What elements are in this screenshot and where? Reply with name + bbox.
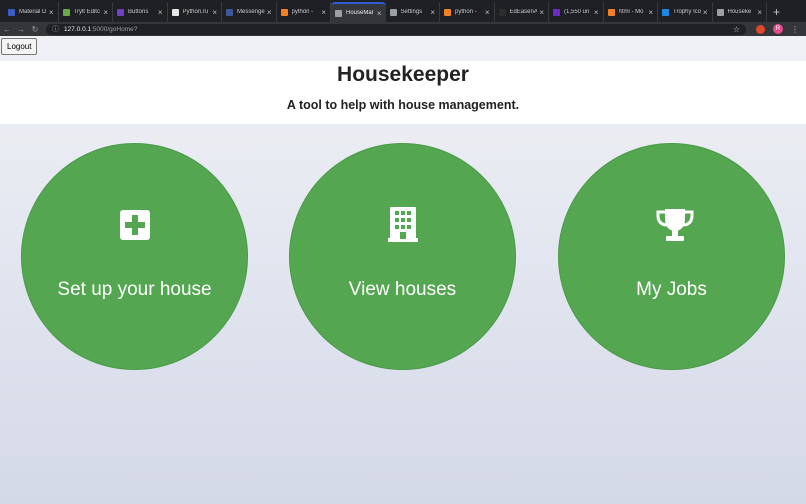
tab-close-icon[interactable]: × <box>757 8 762 17</box>
url-host: 127.0.0.1 <box>64 25 92 33</box>
tab-title: Trylt Editc <box>73 9 100 15</box>
tab-close-icon[interactable]: × <box>430 8 435 17</box>
tab-favicon-icon <box>498 8 506 16</box>
tab-title: html - Mo <box>618 9 644 15</box>
browser-tab[interactable]: Messenge × <box>222 2 277 22</box>
browser-tab[interactable]: Settings × <box>386 2 440 22</box>
tab-close-icon[interactable]: × <box>321 8 326 17</box>
browser-tab[interactable]: Houseke × <box>713 2 767 22</box>
my-jobs-label: My Jobs <box>636 279 707 300</box>
address-bar[interactable]: ⓘ 127.0.0.1:5000/goHome? ☆ <box>46 23 746 35</box>
view-houses-card[interactable]: View houses <box>290 144 515 369</box>
browser-tab[interactable]: Trophy Ico × <box>658 2 713 22</box>
url-path: :5000/goHome? <box>91 25 138 33</box>
tab-favicon-icon <box>389 8 397 16</box>
tab-close-icon[interactable]: × <box>703 8 708 17</box>
extension-icon[interactable] <box>756 24 765 34</box>
tab-favicon-icon <box>607 8 615 16</box>
tab-close-icon[interactable]: × <box>539 8 544 17</box>
building-icon <box>386 207 420 243</box>
browser-tab[interactable]: EdEasenA × <box>495 2 549 22</box>
tab-title: Python.ru <box>182 9 209 15</box>
tab-close-icon[interactable]: × <box>212 8 217 17</box>
browser-toolbar: ← → ↻ ⓘ 127.0.0.1:5000/goHome? ☆ R ⋮ <box>0 22 806 36</box>
browser-tab[interactable]: python - × <box>277 2 331 22</box>
profile-avatar[interactable]: R <box>773 24 783 34</box>
tab-favicon-icon <box>335 9 342 17</box>
browser-tab[interactable]: Buttons × <box>113 2 168 22</box>
tab-close-icon[interactable]: × <box>485 8 490 17</box>
tab-favicon-icon <box>117 8 124 16</box>
browser-menu-icon[interactable]: ⋮ <box>791 25 799 34</box>
tab-title: Material D <box>19 9 47 15</box>
browser-tab[interactable]: html - Mo × <box>604 2 658 22</box>
browser-tab[interactable]: (1,550 un × <box>549 2 604 22</box>
tab-title: Houseke <box>727 9 752 15</box>
page-title: Housekeeper <box>337 63 469 86</box>
plus-square-icon <box>118 207 152 243</box>
forward-icon[interactable]: → <box>14 25 28 34</box>
browser-tabstrip: Material D × Trylt Editc × Buttons × Python.ru… <box>0 0 806 22</box>
bookmark-star-icon[interactable]: ☆ <box>733 25 740 34</box>
tab-favicon-icon <box>171 8 179 16</box>
tab-close-icon[interactable]: × <box>648 8 653 17</box>
tab-title: HouseMar <box>346 10 374 16</box>
tab-favicon-icon <box>226 8 233 16</box>
browser-tab[interactable]: Python.ru × <box>168 2 222 22</box>
my-jobs-card[interactable]: My Jobs <box>559 144 784 369</box>
browser-tab[interactable]: Material D × <box>4 2 59 22</box>
setup-house-label: Set up your house <box>57 279 212 300</box>
tab-title: python - <box>291 9 314 15</box>
tab-title: Trophy Ico <box>673 9 701 15</box>
setup-house-card[interactable]: Set up your house <box>22 144 247 369</box>
tab-close-icon[interactable]: × <box>49 8 54 17</box>
tab-title: python - <box>455 9 477 15</box>
tab-favicon-icon <box>444 8 451 16</box>
tab-favicon-icon <box>716 8 724 16</box>
tab-favicon-icon <box>62 8 70 16</box>
page-header: Housekeeper A tool to help with house ma… <box>0 61 806 124</box>
reload-icon[interactable]: ↻ <box>28 25 42 34</box>
tab-list: Material D × Trylt Editc × Buttons × Python.ru… <box>4 2 767 22</box>
logout-button[interactable]: Logout <box>1 38 38 55</box>
tab-close-icon[interactable]: × <box>267 8 272 17</box>
tab-favicon-icon <box>8 8 15 16</box>
tab-favicon-icon <box>662 8 669 16</box>
tab-close-icon[interactable]: × <box>377 9 382 18</box>
tab-close-icon[interactable]: × <box>594 8 599 17</box>
tab-close-icon[interactable]: × <box>158 8 163 17</box>
new-tab-button[interactable]: + <box>767 2 786 22</box>
browser-tab[interactable]: HouseMar × <box>331 2 386 22</box>
tab-favicon-icon <box>553 8 560 16</box>
back-icon[interactable]: ← <box>0 25 14 34</box>
tab-favicon-icon <box>280 8 288 16</box>
tab-title: Settings <box>400 9 423 15</box>
tab-title: (1,550 un <box>564 9 590 15</box>
browser-tab[interactable]: Trylt Editc × <box>59 2 113 22</box>
browser-tab[interactable]: python - × <box>440 2 495 22</box>
tab-title: EdEasenA <box>509 9 538 15</box>
tab-close-icon[interactable]: × <box>103 8 108 17</box>
trophy-icon <box>655 207 693 243</box>
page-subtitle: A tool to help with house management. <box>286 98 520 112</box>
tab-title: Messenge <box>237 9 265 15</box>
site-info-icon[interactable]: ⓘ <box>52 24 59 34</box>
view-houses-label: View houses <box>348 279 457 300</box>
tab-title: Buttons <box>128 9 149 15</box>
